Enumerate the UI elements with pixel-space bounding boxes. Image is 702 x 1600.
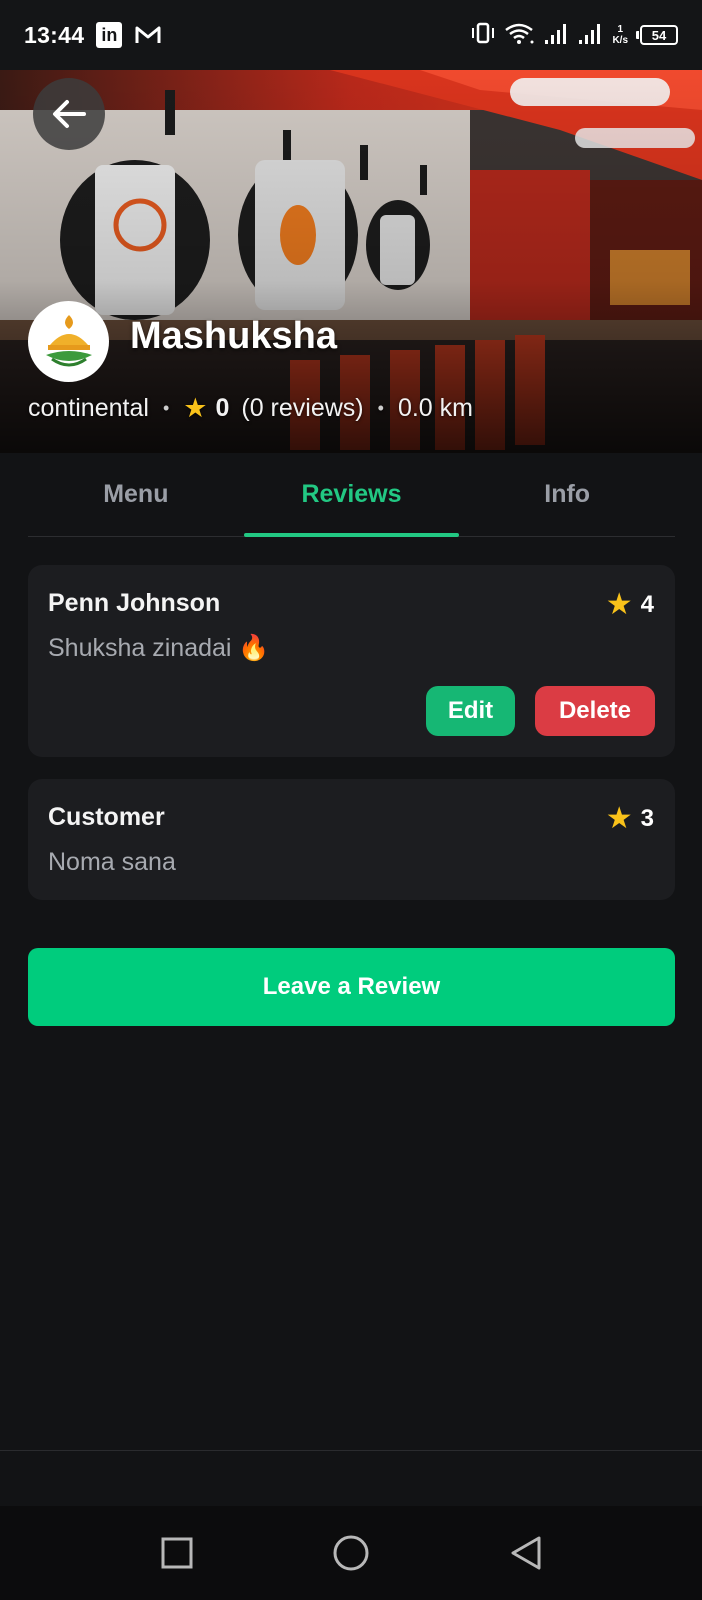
restaurant-logo <box>28 301 109 382</box>
wifi-icon <box>504 21 536 50</box>
restaurant-name: Mashuksha <box>130 315 337 357</box>
edit-review-button[interactable]: Edit <box>426 686 515 736</box>
leave-review-button[interactable]: Leave a Review <box>28 948 675 1026</box>
review-author: Penn Johnson <box>48 589 221 617</box>
arrow-left-icon <box>53 100 86 128</box>
status-icons: 1 K/s 54 <box>470 21 678 50</box>
tab-info[interactable]: Info <box>459 453 675 536</box>
restaurant-distance: 0.0 km <box>397 394 473 422</box>
battery-icon: 54 <box>636 25 678 45</box>
review-comment: Noma sana <box>48 848 176 876</box>
review-author: Customer <box>48 803 165 831</box>
star-icon: ★ <box>605 802 633 835</box>
tab-menu[interactable]: Menu <box>28 453 244 536</box>
restaurant-hero: Mashuksha continental • ★ 0 (0 reviews) … <box>0 70 702 453</box>
status-bar: 13:44 in 1 K/s 54 <box>0 0 702 70</box>
system-nav-bar <box>0 1506 702 1600</box>
divider <box>0 1450 702 1451</box>
netspeed-unit: K/s <box>612 35 628 46</box>
delete-review-button[interactable]: Delete <box>535 686 655 736</box>
linkedin-icon: in <box>96 22 123 48</box>
netspeed-value: 1 <box>617 24 623 35</box>
separator-dot: • <box>162 398 170 418</box>
tab-bar: Menu Reviews Info <box>28 453 675 537</box>
vibrate-icon <box>470 21 496 50</box>
review-card: Penn Johnson ★ 4 Shuksha zinadai 🔥 Edit … <box>28 565 675 757</box>
review-rating: ★ 4 <box>606 587 654 622</box>
tab-reviews[interactable]: Reviews <box>243 453 460 537</box>
netspeed: 1 K/s <box>612 24 628 46</box>
review-rating-value: 3 <box>640 804 654 832</box>
restaurant-review-count: (0 reviews) <box>241 394 364 422</box>
restaurant-cuisine: continental <box>28 394 149 422</box>
battery-level: 54 <box>640 25 678 45</box>
restaurant-meta: continental • ★ 0 (0 reviews) • 0.0 km <box>28 393 473 424</box>
restaurant-rating: 0 <box>215 394 230 422</box>
separator-dot: • <box>377 398 384 418</box>
signal-icon-1 <box>544 21 570 50</box>
triangle-back-icon[interactable] <box>508 1534 544 1572</box>
review-card: Customer ★ 3 Noma sana <box>28 779 675 900</box>
back-button[interactable] <box>33 78 105 150</box>
gmail-icon <box>134 23 162 47</box>
star-icon: ★ <box>183 393 208 423</box>
review-rating-value: 4 <box>640 590 654 618</box>
signal-icon-2 <box>578 21 604 50</box>
restaurant-logo-icon <box>37 310 100 373</box>
circle-home-icon[interactable] <box>332 1534 370 1572</box>
review-comment: Shuksha zinadai 🔥 <box>48 634 270 662</box>
star-icon: ★ <box>605 588 633 621</box>
square-recents-icon[interactable] <box>160 1536 194 1570</box>
review-rating: ★ 3 <box>606 801 654 836</box>
status-time: 13:44 <box>24 21 85 48</box>
